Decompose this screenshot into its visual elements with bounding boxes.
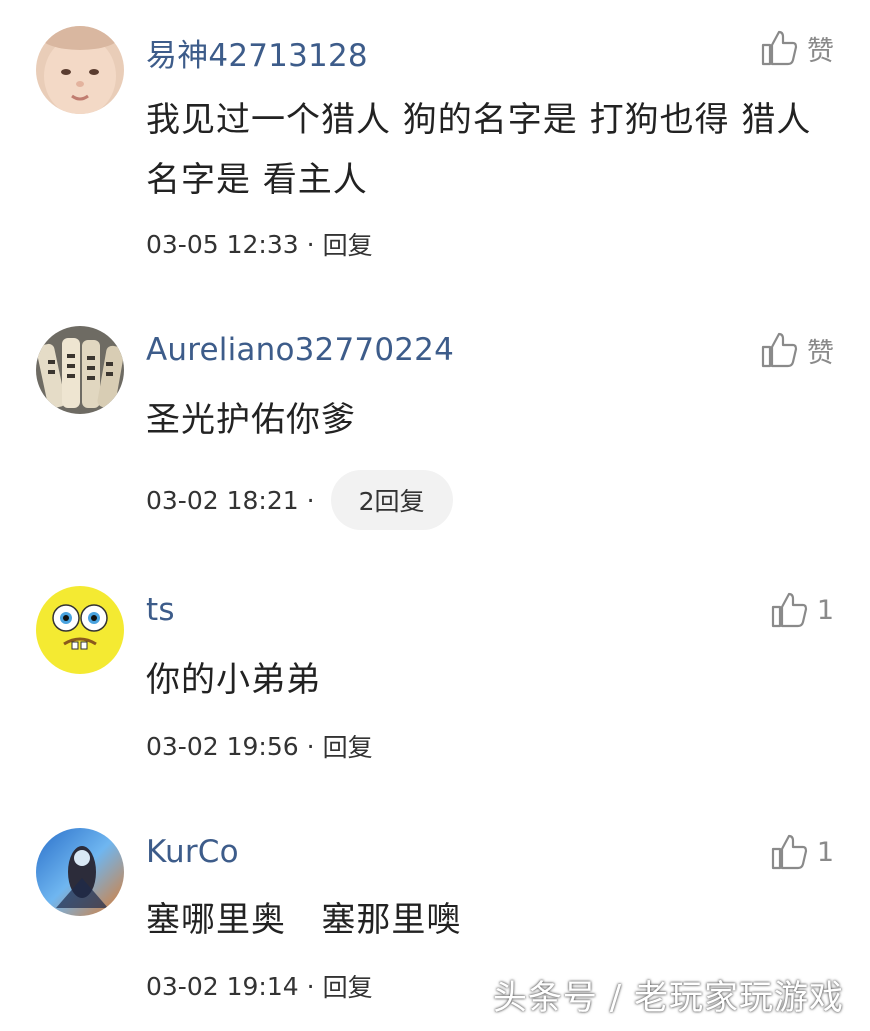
like-button[interactable]: 1: [769, 832, 834, 872]
username[interactable]: ts: [146, 592, 175, 628]
username[interactable]: 易神42713128: [146, 30, 368, 75]
thumbs-up-icon: [761, 332, 798, 368]
username[interactable]: KurCo: [146, 834, 239, 870]
thumbs-up-icon: [761, 30, 798, 66]
comment-text: 你的小弟弟: [146, 660, 321, 700]
comment-text: 圣光护佑你爹: [146, 400, 356, 440]
like-label: 赞: [807, 35, 834, 67]
like-count: 1: [816, 836, 834, 868]
reply-button[interactable]: 回复: [323, 226, 373, 262]
comment-meta: 03-02 18:21 · 2回复: [146, 470, 453, 530]
username[interactable]: Aureliano32770224: [146, 332, 454, 368]
separator: ·: [306, 971, 315, 1001]
watermark: 头条号 / 老玩家玩游戏: [492, 978, 844, 1018]
like-count: 1: [816, 594, 834, 626]
like-button[interactable]: 赞: [759, 330, 834, 370]
comment-meta: 03-05 12:33 · 回复: [146, 226, 373, 262]
thumbs-up-icon: [771, 834, 807, 870]
reply-button[interactable]: 回复: [323, 968, 373, 1004]
comment-text: 塞哪里奥 塞那里噢: [146, 900, 462, 940]
timestamp: 03-02 19:14: [146, 971, 299, 1001]
thumbs-up-icon: [771, 592, 807, 628]
timestamp: 03-05 12:33: [146, 229, 299, 259]
timestamp: 03-02 19:56: [146, 731, 299, 761]
like-button[interactable]: 1: [769, 590, 834, 630]
avatar[interactable]: [36, 26, 124, 114]
reply-button[interactable]: 回复: [323, 728, 373, 764]
comment-text: 我见过一个猎人 狗的名字是 打狗也得 猎人名字是 看主人: [146, 100, 812, 200]
comment-meta: 03-02 19:14 · 回复: [146, 968, 373, 1004]
avatar[interactable]: [36, 326, 124, 414]
separator: ·: [306, 731, 315, 761]
like-label: 赞: [807, 337, 834, 369]
avatar[interactable]: [36, 586, 124, 674]
separator: ·: [306, 485, 315, 515]
comment-meta: 03-02 19:56 · 回复: [146, 728, 373, 764]
separator: ·: [306, 229, 315, 259]
timestamp: 03-02 18:21: [146, 485, 299, 515]
reply-count-button[interactable]: 2回复: [330, 470, 453, 530]
like-button[interactable]: 赞: [759, 28, 834, 68]
avatar[interactable]: [36, 828, 124, 916]
